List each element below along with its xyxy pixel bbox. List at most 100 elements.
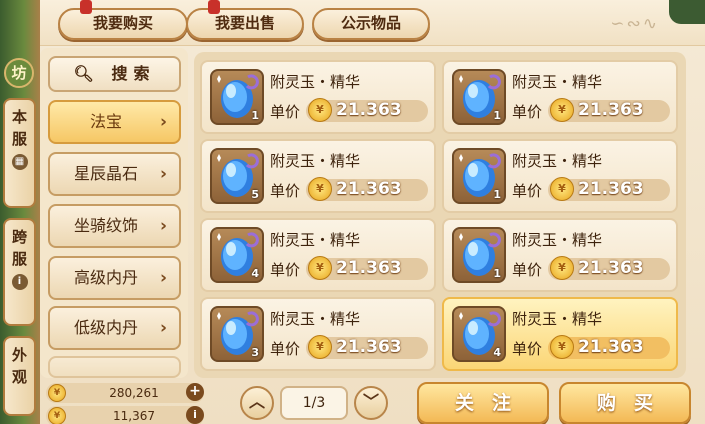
calligraphy-decoration: ∽∾∿: [610, 14, 659, 34]
lantern-icon: [208, 0, 220, 14]
item-price: 21.363: [336, 337, 402, 357]
category-star-crystal[interactable]: 星辰晶石 ›: [48, 152, 181, 196]
coin-icon: ¥: [308, 177, 332, 201]
price-label: 单价: [512, 340, 543, 358]
item-price: 21.363: [336, 258, 402, 278]
coin-icon: ¥: [308, 335, 332, 359]
jade-essence-icon: 5: [210, 148, 264, 204]
tab-sell[interactable]: 我要出售: [186, 0, 304, 40]
jade-essence-icon: 1: [452, 69, 506, 125]
silver-balance: ¥ 11,367 i: [46, 406, 204, 424]
item-price: 21.363: [578, 100, 644, 120]
chevron-up-icon: ︿: [248, 392, 265, 411]
category-label: 坐骑纹饰: [74, 216, 139, 235]
item-name: 附灵玉・精华: [270, 73, 361, 91]
info-button[interactable]: i: [186, 406, 204, 424]
item-quantity: 4: [493, 346, 501, 359]
coin-icon: ¥: [48, 384, 66, 402]
price-label: 单价: [270, 103, 301, 121]
gold-value: 280,261: [109, 386, 159, 400]
item-quantity: 4: [251, 267, 259, 280]
info-icon: i: [11, 274, 28, 290]
item-card[interactable]: 1 附灵玉・精华 单价 ¥21.363: [442, 218, 678, 292]
chevron-right-icon: ›: [159, 268, 167, 288]
price-label: 单价: [512, 261, 543, 279]
coin-icon: ¥: [308, 256, 332, 280]
chevron-right-icon: ›: [159, 318, 167, 338]
search-button[interactable]: 🔍︎ 搜索: [48, 56, 181, 92]
item-name: 附灵玉・精华: [512, 152, 603, 170]
jade-essence-icon: 4: [452, 306, 506, 362]
tab-sell-label: 我要出售: [214, 14, 275, 32]
side-tab-cross-server-label: 跨服: [11, 228, 27, 268]
category-label: 高级内丹: [74, 268, 139, 287]
item-price: 21.363: [578, 179, 644, 199]
category-partial[interactable]: [48, 356, 181, 378]
market-badge: 坊: [4, 58, 34, 88]
page-indicator: 1/3: [280, 386, 348, 420]
item-card[interactable]: 1 附灵玉・精华 单价 ¥21.363: [200, 60, 436, 134]
item-card[interactable]: 5 附灵玉・精华 单价 ¥21.363: [200, 139, 436, 213]
chevron-right-icon: ›: [159, 164, 167, 184]
category-label: 低级内丹: [74, 318, 139, 337]
jade-essence-icon: 4: [210, 227, 264, 283]
tab-public-label: 公示物品: [340, 14, 401, 32]
side-tab-local-server-label: 本服: [11, 108, 27, 148]
item-price: 21.363: [336, 179, 402, 199]
coin-icon: ¥: [308, 98, 332, 122]
game-window: ∽∾∿ 我要购买 我要出售 公示物品 坊 本服 ▦ 跨服 i 外观 🔍︎ 搜索 …: [0, 0, 705, 424]
coin-icon: ¥: [550, 256, 574, 280]
next-page-button[interactable]: ﹀: [354, 386, 388, 420]
price-label: 单价: [270, 261, 301, 279]
item-price: 21.363: [578, 258, 644, 278]
item-name: 附灵玉・精华: [512, 310, 603, 328]
buy-button[interactable]: 购买: [559, 382, 691, 424]
item-name: 附灵玉・精华: [512, 73, 603, 91]
prev-page-button[interactable]: ︿: [240, 386, 274, 420]
chevron-right-icon: ›: [159, 216, 167, 236]
tab-public[interactable]: 公示物品: [312, 8, 430, 40]
item-quantity: 3: [251, 346, 259, 359]
coin-icon: ¥: [48, 407, 66, 424]
category-low-elixir[interactable]: 低级内丹 ›: [48, 306, 181, 350]
item-quantity: 1: [493, 188, 501, 201]
side-tab-appearance[interactable]: 外观: [3, 336, 36, 416]
follow-button[interactable]: 关注: [417, 382, 549, 424]
category-label: 星辰晶石: [74, 164, 139, 183]
item-quantity: 5: [251, 188, 259, 201]
jade-essence-icon: 3: [210, 306, 264, 362]
item-name: 附灵玉・精华: [270, 152, 361, 170]
item-card[interactable]: 4 附灵玉・精华 单价 ¥21.363: [442, 297, 678, 371]
search-label: 搜索: [111, 64, 156, 83]
chevron-right-icon: ›: [159, 112, 167, 132]
side-tab-cross-server[interactable]: 跨服 i: [3, 218, 36, 326]
grid-icon: ▦: [11, 154, 28, 170]
item-card[interactable]: 1 附灵玉・精华 单价 ¥21.363: [442, 139, 678, 213]
price-label: 单价: [512, 103, 543, 121]
item-name: 附灵玉・精华: [270, 310, 361, 328]
item-quantity: 1: [251, 109, 259, 122]
item-quantity: 1: [493, 267, 501, 280]
category-mount-pattern[interactable]: 坐骑纹饰 ›: [48, 204, 181, 248]
side-tab-local-server[interactable]: 本服 ▦: [3, 98, 36, 208]
jade-essence-icon: 1: [452, 148, 506, 204]
search-icon: 🔍︎: [73, 64, 100, 83]
coin-icon: ¥: [550, 98, 574, 122]
item-price: 21.363: [336, 100, 402, 120]
category-fabao[interactable]: 法宝 ›: [48, 100, 181, 144]
coin-icon: ¥: [550, 177, 574, 201]
category-high-elixir[interactable]: 高级内丹 ›: [48, 256, 181, 300]
silver-value: 11,367: [113, 409, 155, 423]
price-label: 单价: [512, 182, 543, 200]
add-gold-button[interactable]: +: [186, 383, 204, 401]
item-card[interactable]: 3 附灵玉・精华 单价 ¥21.363: [200, 297, 436, 371]
tab-buy[interactable]: 我要购买: [58, 0, 188, 40]
item-card[interactable]: 4 附灵玉・精华 单价 ¥21.363: [200, 218, 436, 292]
item-price: 21.363: [578, 337, 644, 357]
item-card[interactable]: 1 附灵玉・精华 单价 ¥21.363: [442, 60, 678, 134]
item-quantity: 1: [493, 109, 501, 122]
category-label: 法宝: [90, 112, 123, 131]
jade-essence-icon: 1: [452, 227, 506, 283]
gold-balance: ¥ 280,261 +: [46, 383, 204, 403]
corner-button[interactable]: [669, 0, 705, 24]
